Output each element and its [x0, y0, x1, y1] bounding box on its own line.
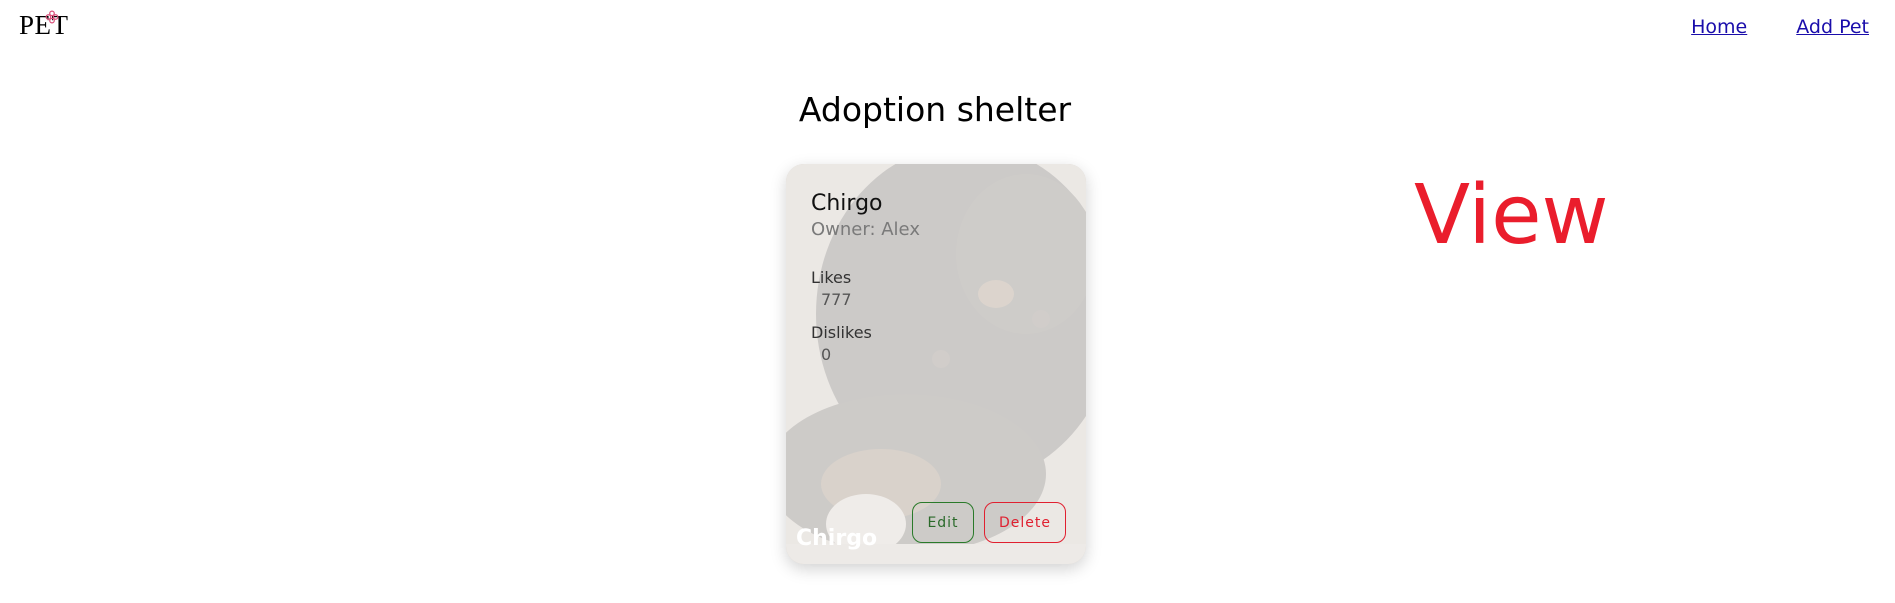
- main-nav: Home Add Pet: [1691, 16, 1869, 38]
- nav-link-add-pet[interactable]: Add Pet: [1796, 16, 1869, 38]
- likes-label: Likes: [811, 268, 852, 287]
- dislikes-value: 0: [821, 345, 832, 364]
- flower-icon: [45, 10, 59, 24]
- nav-link-home[interactable]: Home: [1691, 16, 1747, 38]
- top-bar: PET Home Add Pet: [0, 0, 1895, 60]
- delete-button[interactable]: Delete: [984, 502, 1066, 543]
- pet-caption: Chirgo: [796, 526, 878, 551]
- pet-name: Chirgo: [811, 191, 883, 216]
- page-title: Adoption shelter: [798, 90, 1072, 129]
- view-annotation: View: [1414, 168, 1609, 263]
- pet-owner: Owner: Alex: [811, 219, 920, 240]
- dislikes-label: Dislikes: [811, 323, 872, 342]
- edit-button[interactable]: Edit: [912, 502, 974, 543]
- pet-card[interactable]: Chirgo Owner: Alex Likes 777 Dislikes 0 …: [786, 164, 1086, 564]
- likes-value: 777: [821, 290, 852, 309]
